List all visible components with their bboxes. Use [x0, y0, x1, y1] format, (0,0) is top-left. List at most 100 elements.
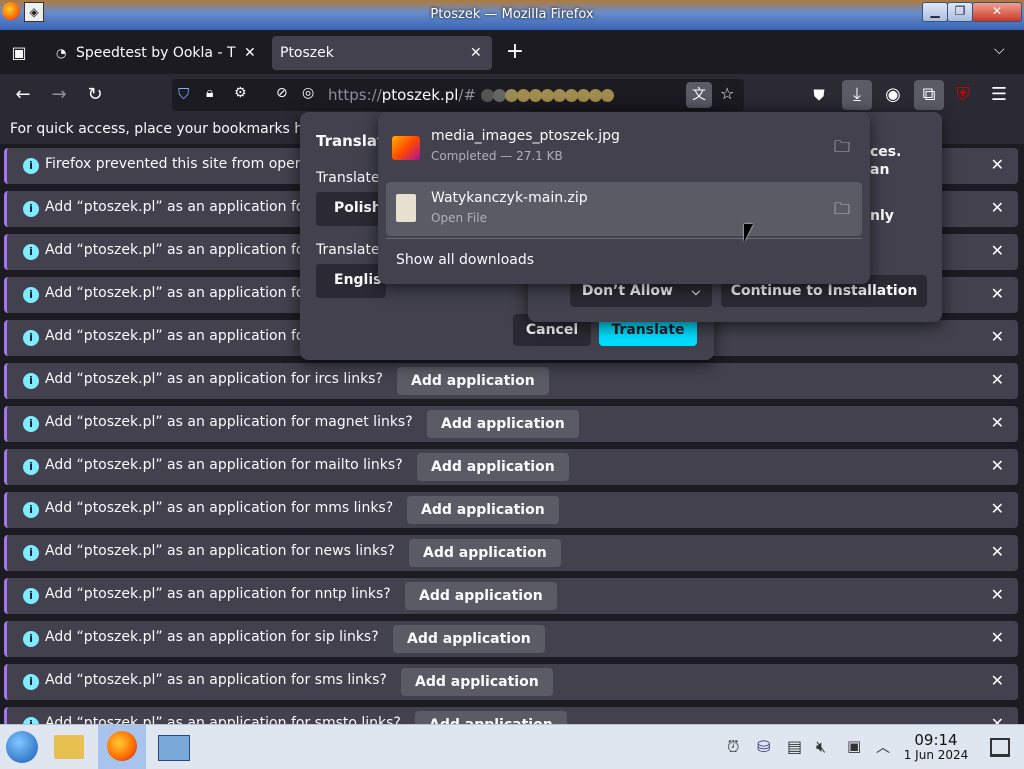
file-manager-icon[interactable]	[54, 735, 84, 759]
downloads-icon[interactable]: ⤓	[842, 80, 872, 110]
translate-to-label: Translate	[316, 242, 380, 258]
folder-icon[interactable]: 🗀	[834, 198, 850, 225]
close-icon[interactable]: ✕	[991, 413, 1004, 432]
download-status: Open File	[431, 211, 487, 225]
panel-divider	[386, 238, 862, 239]
extensions-icon[interactable]: ⧉	[914, 80, 944, 110]
shield-icon[interactable]: ⛉	[178, 85, 189, 103]
minimize-button[interactable]: ▁	[922, 2, 948, 22]
reload-icon[interactable]: ↻	[82, 82, 108, 108]
tab-speedtest[interactable]: ◔ Speedtest by Ookla - The ✕	[46, 36, 268, 70]
info-icon: i	[23, 588, 39, 604]
download-item[interactable]: media_images_ptoszek.jpg Completed — 27.…	[386, 120, 862, 176]
show-desktop-icon[interactable]	[990, 738, 1010, 757]
close-icon[interactable]: ✕	[991, 284, 1004, 303]
forward-icon[interactable]: →	[46, 82, 72, 108]
pocket-icon[interactable]: ⛊	[806, 82, 832, 108]
from-language: Polish	[334, 200, 382, 216]
notification-bar: i Add “ptoszek.pl” as an application for …	[4, 707, 1018, 724]
tab-overview-icon[interactable]: ▣	[8, 42, 30, 64]
install-text-2: an	[870, 162, 890, 178]
add-application-button[interactable]: Add application	[409, 539, 561, 567]
autoplay-blocked-icon[interactable]: ⊘	[276, 85, 288, 101]
folder-icon[interactable]: 🗀	[834, 136, 850, 163]
downloads-panel: media_images_ptoszek.jpg Completed — 27.…	[378, 112, 870, 284]
dont-allow-label: Don’t Allow	[581, 283, 673, 299]
info-icon: i	[23, 631, 39, 647]
info-icon: i	[23, 287, 39, 303]
add-application-button[interactable]: Add application	[405, 582, 557, 610]
install-text-1: ces.	[870, 144, 902, 160]
bookmark-star-icon[interactable]: ☆	[720, 84, 734, 103]
back-icon[interactable]: ←	[10, 82, 36, 108]
info-icon: i	[23, 459, 39, 475]
taskbar: ⏰︎ ⛁ ▤ 🔇︎ ▣ ︿ 09:14 1 Jun 2024	[0, 724, 1024, 769]
notification-message: Add “ptoszek.pl” as an application for n…	[45, 543, 395, 559]
add-application-button[interactable]: Add application	[427, 410, 579, 438]
close-icon[interactable]: ✕	[991, 585, 1004, 604]
notification-bar: i Add “ptoszek.pl” as an application for …	[4, 363, 1018, 399]
tab-label: Speedtest by Ookla - The	[76, 45, 236, 61]
start-button[interactable]	[6, 731, 38, 763]
download-item[interactable]: Watykanczyk-main.zip Open File 🗀	[386, 182, 862, 236]
clock-date[interactable]: 1 Jun 2024	[898, 748, 974, 762]
notification-message: Add “ptoszek.pl” as an application for m…	[45, 414, 413, 430]
tab-ptoszek[interactable]: Ptoszek ✕	[272, 36, 492, 70]
alarm-icon[interactable]: ⏰︎	[727, 737, 739, 757]
tab-close-icon[interactable]: ✕	[244, 36, 256, 70]
info-icon: i	[23, 158, 39, 174]
lock-icon[interactable]: 🔒︎	[206, 85, 213, 101]
show-all-downloads[interactable]: Show all downloads	[396, 252, 534, 268]
volume-muted-icon[interactable]: 🔇︎	[816, 737, 826, 757]
ublock-icon[interactable]: ⛨	[950, 82, 976, 108]
info-icon: i	[23, 502, 39, 518]
close-icon[interactable]: ✕	[991, 499, 1004, 518]
close-icon[interactable]: ✕	[991, 155, 1004, 174]
add-application-button[interactable]: Add application	[397, 367, 549, 395]
add-application-button[interactable]: Add application	[401, 668, 553, 696]
info-icon: i	[23, 674, 39, 690]
close-icon[interactable]: ✕	[991, 241, 1004, 260]
remote-desktop-icon[interactable]	[158, 735, 190, 761]
close-icon[interactable]: ✕	[991, 714, 1004, 724]
close-icon[interactable]: ✕	[991, 327, 1004, 346]
new-tab-button[interactable]: +	[504, 41, 526, 63]
close-icon[interactable]: ✕	[991, 456, 1004, 475]
url-bar[interactable]: ⛉ 🔒︎ ⚙ ⊘ ◎ https://ptoszek.pl/# 文 ☆	[172, 79, 744, 111]
add-application-button[interactable]: Add application	[407, 496, 559, 524]
url-text[interactable]: https://ptoszek.pl/#	[328, 86, 614, 104]
close-icon[interactable]: ✕	[991, 198, 1004, 217]
chevron-up-icon[interactable]: ︿	[876, 737, 890, 757]
network-icon[interactable]: ⛁	[757, 737, 770, 756]
url-host: ptoszek.pl	[381, 86, 459, 104]
list-all-tabs-icon[interactable]: ⌵	[994, 42, 1005, 58]
add-application-button[interactable]: Add application	[415, 711, 567, 724]
info-icon: i	[23, 416, 39, 432]
translate-from-select[interactable]: Polish	[316, 192, 386, 226]
to-language: Englis	[334, 272, 382, 288]
close-icon[interactable]: ✕	[991, 628, 1004, 647]
info-icon: i	[23, 244, 39, 260]
notification-message: Add “ptoszek.pl” as an application for m…	[45, 457, 403, 473]
clock-time[interactable]: 09:14	[904, 731, 968, 749]
translate-to-select[interactable]: Englis	[316, 264, 386, 298]
close-icon[interactable]: ✕	[991, 671, 1004, 690]
keyboard-layout-icon[interactable]: ▣	[847, 737, 861, 755]
firefox-taskbar-icon[interactable]	[98, 725, 146, 769]
close-icon[interactable]: ✕	[991, 370, 1004, 389]
window-titlebar: ◈ Ptoszek — Mozilla Firefox ▁ ❐ ✕	[0, 0, 1024, 30]
add-application-button[interactable]: Add application	[393, 625, 545, 653]
translate-icon[interactable]: 文	[686, 82, 712, 108]
permissions-icon[interactable]: ⚙	[234, 85, 247, 101]
maximize-button[interactable]: ❐	[947, 2, 973, 22]
add-application-button[interactable]: Add application	[417, 453, 569, 481]
clipboard-icon[interactable]: ▤	[787, 737, 802, 756]
notification-message: Add “ptoszek.pl” as an application for	[45, 328, 311, 344]
account-icon[interactable]: ◉	[880, 82, 906, 108]
tab-close-icon[interactable]: ✕	[470, 36, 482, 70]
menu-icon[interactable]: ☰	[986, 82, 1012, 108]
close-button[interactable]: ✕	[972, 2, 1022, 22]
url-prefix: https://	[328, 86, 382, 104]
close-icon[interactable]: ✕	[991, 542, 1004, 561]
tracking-icon[interactable]: ◎	[302, 85, 314, 101]
